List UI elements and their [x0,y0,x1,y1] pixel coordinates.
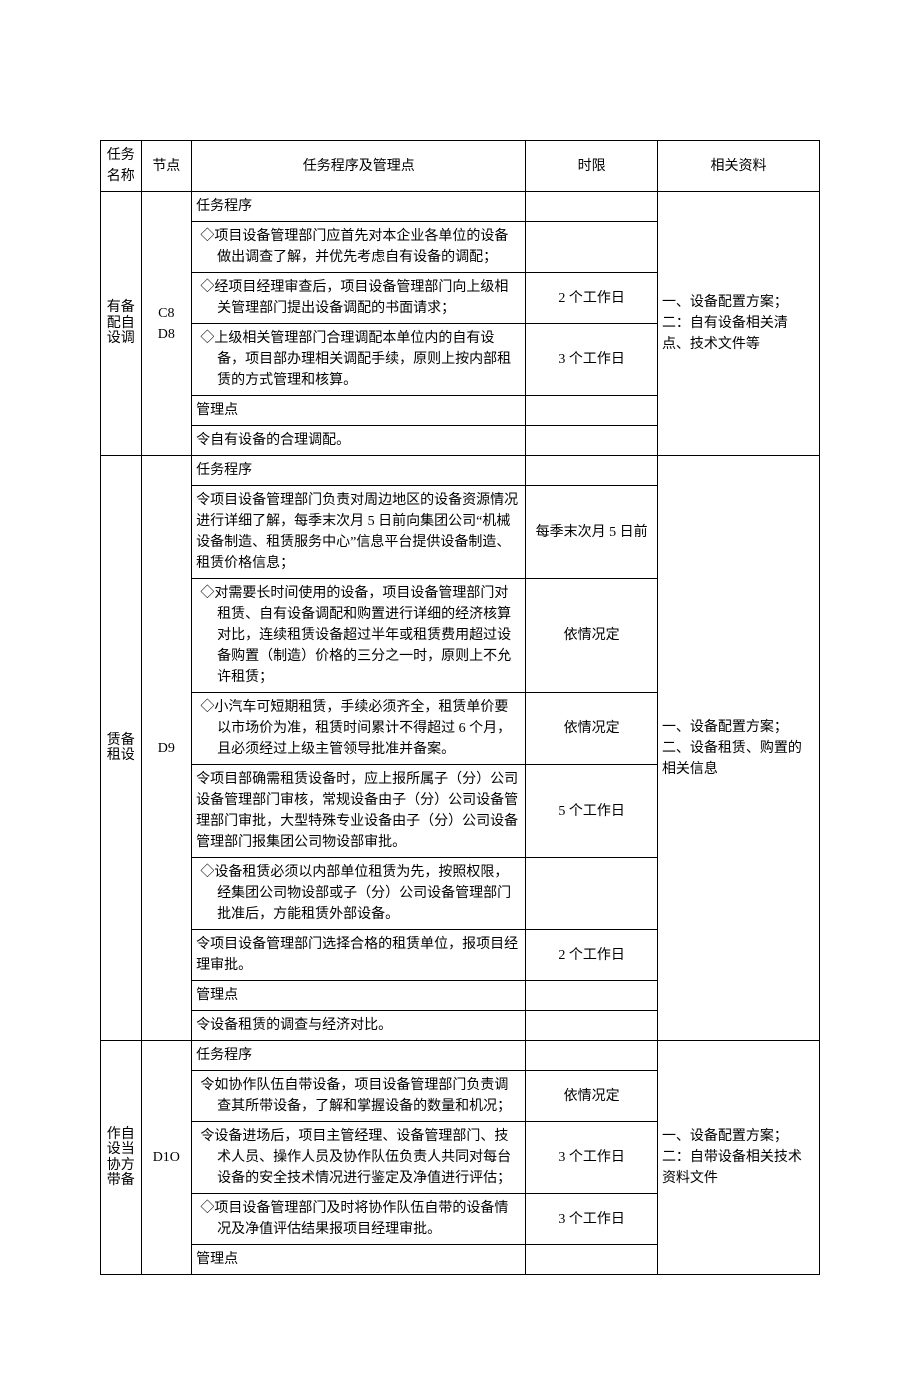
procedure-cell: 令项目部确需租赁设备时，应上报所属子（分）公司设备管理部门审核，常规设备由子（分… [192,765,526,858]
procedure-cell: 令项目设备管理部门选择合格的租赁单位，报项目经理审批。 [192,930,526,981]
task-table: 任务名称 节点 任务程序及管理点 时限 相关资料 有备配自设调C8 D8任务程序… [100,140,820,1275]
node-cell: D9 [141,456,192,1041]
time-cell: 3 个工作日 [526,1122,658,1194]
procedure-cell: ◇小汽车可短期租赁，手续必须齐全，租赁单价要以市场价为准，租赁时间累计不得超过 … [192,693,526,765]
time-cell: 依情况定 [526,693,658,765]
procedure-cell: 令如协作队伍自带设备，项目设备管理部门负责调查其所带设备，了解和掌握设备的数量和… [192,1071,526,1122]
time-cell [526,456,658,486]
task-name-cell: 赁备租设 [101,456,142,1041]
node-cell: D1O [141,1041,192,1275]
time-cell [526,396,658,426]
procedure-cell: 令设备租赁的调查与经济对比。 [192,1011,526,1041]
time-cell [526,1245,658,1275]
hdr-proc: 任务程序及管理点 [192,141,526,192]
procedure-cell: 管理点 [192,981,526,1011]
time-cell: 依情况定 [526,579,658,693]
time-cell: 2 个工作日 [526,930,658,981]
time-cell [526,426,658,456]
header-row: 任务名称 节点 任务程序及管理点 时限 相关资料 [101,141,820,192]
procedure-cell: 令设备进场后，项目主管经理、设备管理部门、技术人员、操作人员及协作队伍负责人共同… [192,1122,526,1194]
time-cell: 依情况定 [526,1071,658,1122]
procedure-cell: 令项目设备管理部门负责对周边地区的设备资源情况进行详细了解，每季末次月 5 日前… [192,486,526,579]
time-cell: 2 个工作日 [526,273,658,324]
procedure-cell: 令自有设备的合理调配。 [192,426,526,456]
procedure-cell: 任务程序 [192,456,526,486]
time-cell [526,222,658,273]
time-cell: 3 个工作日 [526,324,658,396]
procedure-cell: ◇经项目经理审查后，项目设备管理部门向上级相关管理部门提出设备调配的书面请求； [192,273,526,324]
time-cell [526,1041,658,1071]
task-name-cell: 作自设当协方带备 [101,1041,142,1275]
procedure-cell: 任务程序 [192,192,526,222]
procedure-cell: 管理点 [192,396,526,426]
table-row: 有备配自设调C8 D8任务程序一、设备配置方案； 二：自有设备相关清点、技术文件… [101,192,820,222]
time-cell [526,981,658,1011]
task-name-cell: 有备配自设调 [101,192,142,456]
reference-cell: 一、设备配置方案； 二：自带设备相关技术资料文件 [657,1041,819,1275]
node-cell: C8 D8 [141,192,192,456]
hdr-ref: 相关资料 [657,141,819,192]
procedure-cell: ◇项目设备管理部门及时将协作队伍自带的设备情况及净值评估结果报项目经理审批。 [192,1194,526,1245]
time-cell: 3 个工作日 [526,1194,658,1245]
time-cell [526,858,658,930]
procedure-cell: ◇项目设备管理部门应首先对本企业各单位的设备做出调查了解，并优先考虑自有设备的调… [192,222,526,273]
table-row: 作自设当协方带备D1O任务程序一、设备配置方案； 二：自带设备相关技术资料文件 [101,1041,820,1071]
time-cell [526,1011,658,1041]
time-cell [526,192,658,222]
hdr-task: 任务名称 [101,141,142,192]
procedure-cell: 任务程序 [192,1041,526,1071]
procedure-cell: 管理点 [192,1245,526,1275]
time-cell: 每季末次月 5 日前 [526,486,658,579]
reference-cell: 一、设备配置方案； 二、设备租赁、购置的相关信息 [657,456,819,1041]
time-cell: 5 个工作日 [526,765,658,858]
reference-cell: 一、设备配置方案； 二：自有设备相关清点、技术文件等 [657,192,819,456]
table-row: 赁备租设D9任务程序一、设备配置方案； 二、设备租赁、购置的相关信息 [101,456,820,486]
procedure-cell: ◇设备租赁必须以内部单位租赁为先，按照权限，经集团公司物设部或子（分）公司设备管… [192,858,526,930]
procedure-cell: ◇对需要长时间使用的设备，项目设备管理部门对租赁、自有设备调配和购置进行详细的经… [192,579,526,693]
hdr-time: 时限 [526,141,658,192]
procedure-cell: ◇上级相关管理部门合理调配本单位内的自有设备，项目部办理相关调配手续，原则上按内… [192,324,526,396]
hdr-node: 节点 [141,141,192,192]
